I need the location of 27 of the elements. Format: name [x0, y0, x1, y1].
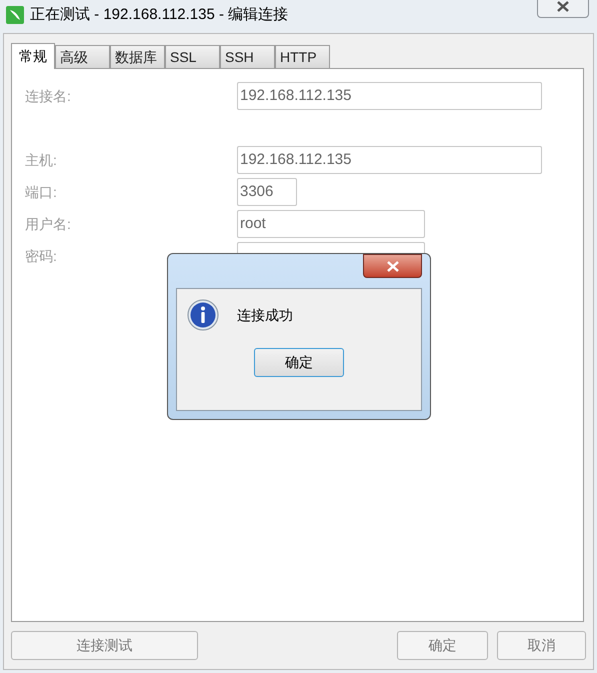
dialog-message: 连接成功	[237, 306, 293, 324]
tab[interactable]: 高级	[55, 45, 110, 68]
tab[interactable]: SSH	[220, 45, 275, 68]
tab[interactable]: 数据库	[110, 45, 165, 68]
field-label: 连接名:	[25, 86, 72, 106]
app-logo-icon	[6, 6, 24, 24]
close-icon	[556, 0, 570, 12]
field-label: 主机:	[25, 150, 58, 170]
ok-button[interactable]: 确定	[397, 631, 488, 660]
tab[interactable]: HTTP	[275, 45, 330, 68]
field-label: 端口:	[25, 182, 58, 202]
cancel-button[interactable]: 取消	[497, 631, 586, 660]
close-button[interactable]	[363, 254, 422, 278]
window-title: 正在测试 - 192.168.112.135 - 编辑连接	[30, 4, 288, 25]
field-label: 密码:	[25, 246, 58, 266]
test-connection-button[interactable]: 连接测试	[11, 631, 198, 660]
tab[interactable]: 常规	[11, 43, 55, 69]
close-icon	[386, 260, 400, 272]
tab[interactable]: SSL	[165, 45, 220, 68]
text-field[interactable]: 192.168.112.135	[237, 82, 542, 110]
close-button[interactable]	[537, 0, 589, 18]
field-label: 用户名:	[25, 214, 72, 234]
dialog-ok-button[interactable]: 确定	[254, 348, 344, 377]
text-field[interactable]: 192.168.112.135	[237, 146, 542, 174]
text-field[interactable]: 3306	[237, 178, 297, 206]
info-icon	[187, 299, 219, 331]
text-field[interactable]: root	[237, 210, 425, 238]
